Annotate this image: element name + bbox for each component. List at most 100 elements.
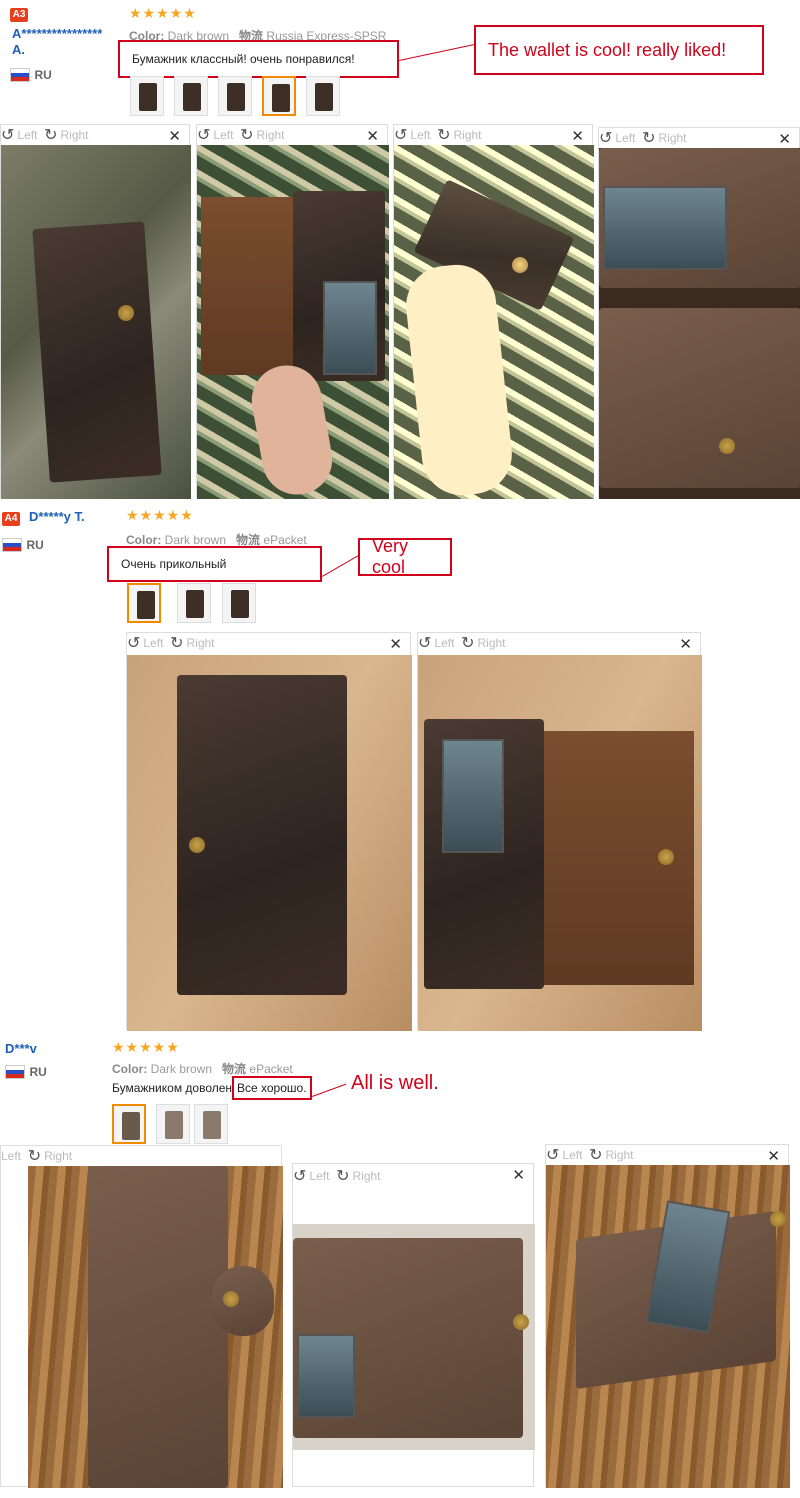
review-photo[interactable] [418, 655, 702, 1031]
rating-stars: ★★★★★ [126, 507, 194, 523]
rotate-left-label[interactable]: Left [410, 128, 430, 142]
color-label: Color: [126, 533, 162, 547]
reviewer-name[interactable]: D***v [5, 1041, 37, 1056]
close-icon[interactable]: ✕ [679, 635, 692, 653]
close-icon[interactable]: ✕ [571, 127, 584, 145]
viewer-controls: ↺ Left ↻ Right ✕ [418, 633, 700, 653]
snap-button-image [189, 837, 205, 853]
rotate-left-icon[interactable]: ↺ [418, 633, 431, 653]
country-code: RU [26, 538, 44, 552]
close-icon[interactable]: ✕ [168, 127, 181, 145]
thumbnail-selected[interactable] [262, 76, 296, 116]
viewer-controls: ↺ Left ↻ Right ✕ [1, 125, 189, 145]
rotate-right-icon[interactable]: ↻ [437, 125, 450, 145]
rotate-right-label[interactable]: Right [61, 128, 89, 142]
snap-button-image [513, 1314, 529, 1330]
close-icon[interactable]: ✕ [366, 127, 379, 145]
thumbnail[interactable] [222, 583, 256, 623]
rotate-left-label[interactable]: Left [434, 636, 454, 650]
image-viewer-panel: ↺ Left ↻ Right ✕ [393, 124, 594, 499]
rotate-right-icon[interactable]: ↻ [336, 1166, 349, 1186]
rotate-left-icon[interactable]: ↺ [599, 128, 612, 148]
rotate-right-label[interactable]: Right [454, 128, 482, 142]
rotate-left-icon[interactable]: ↺ [394, 125, 407, 145]
snap-button-image [512, 257, 528, 273]
color-label: Color: [112, 1062, 148, 1076]
image-viewer-panel: ↺ Left ↻ Right ✕ [0, 124, 191, 499]
rotate-left-label[interactable]: Left [143, 636, 163, 650]
thumbnail[interactable] [156, 1104, 190, 1144]
country-code: RU [34, 68, 52, 82]
close-icon[interactable]: ✕ [389, 635, 402, 653]
rotate-right-icon[interactable]: ↻ [44, 125, 57, 145]
shipping-label: 物流 [236, 533, 261, 547]
rotate-right-icon[interactable]: ↻ [642, 128, 655, 148]
rotate-left-icon[interactable]: ↺ [127, 633, 140, 653]
close-icon[interactable]: ✕ [512, 1166, 525, 1184]
review-photo[interactable] [394, 145, 594, 499]
image-viewer-panel: ↺ Left ↻ Right ✕ [598, 127, 800, 499]
rotate-right-label[interactable]: Right [606, 1148, 634, 1162]
rotate-left-label[interactable]: Left [562, 1148, 582, 1162]
rotate-right-icon[interactable]: ↻ [461, 633, 474, 653]
viewer-controls: ↺ Left ↻ Right ✕ [293, 1166, 533, 1186]
review-photo[interactable] [1, 145, 191, 499]
comment-highlight: Очень прикольный [107, 546, 322, 582]
translation-box: Very cool [358, 536, 452, 577]
order-info: Color: Dark brown 物流 ePacket [112, 1060, 293, 1077]
hand-image [402, 260, 516, 499]
review-photo[interactable] [599, 148, 800, 499]
rotate-left-icon[interactable]: ↺ [1, 125, 14, 145]
rotate-left-label[interactable]: Left [615, 131, 635, 145]
thumbnail[interactable] [194, 1104, 228, 1144]
country-row: RU [5, 1063, 47, 1081]
review-photo[interactable] [28, 1166, 283, 1488]
review-badge: A3 [10, 8, 28, 22]
country-row: RU [10, 66, 52, 84]
rotate-right-label[interactable]: Right [257, 128, 285, 142]
snap-button-image [658, 849, 674, 865]
translation-box: The wallet is cool! really liked! [474, 25, 764, 75]
rotate-right-label[interactable]: Right [187, 636, 215, 650]
close-icon[interactable]: ✕ [778, 130, 791, 148]
rotate-left-icon[interactable]: ↺ [546, 1145, 559, 1165]
rotate-right-icon[interactable]: ↻ [28, 1146, 41, 1166]
snap-button-image [118, 305, 134, 321]
rotate-right-label[interactable]: Right [659, 131, 687, 145]
review-photo[interactable] [546, 1165, 790, 1488]
rotate-right-icon[interactable]: ↻ [240, 125, 253, 145]
thumbnail[interactable] [177, 583, 211, 623]
rotate-left-label[interactable]: Left [17, 128, 37, 142]
country-code: RU [29, 1065, 47, 1079]
rotate-right-icon[interactable]: ↻ [589, 1145, 602, 1165]
rotate-left-icon[interactable]: ↺ [293, 1166, 306, 1186]
wallet-image [599, 308, 800, 488]
review-comment-pre: Бумажником доволен. [112, 1081, 236, 1095]
callout-connector [322, 554, 361, 577]
thumbnail-selected[interactable] [112, 1104, 146, 1144]
review-photo[interactable] [127, 655, 412, 1031]
thumbnail[interactable] [174, 76, 208, 116]
wallet-image [32, 221, 162, 483]
russia-flag-icon [2, 537, 22, 552]
close-icon[interactable]: ✕ [767, 1147, 780, 1165]
review-photo[interactable] [293, 1224, 535, 1450]
callout-connector [399, 43, 478, 61]
rotate-right-label[interactable]: Right [353, 1169, 381, 1183]
rotate-right-label[interactable]: Right [44, 1149, 72, 1163]
rotate-left-label[interactable]: Left [309, 1169, 329, 1183]
reviewer-name[interactable]: A**************** [12, 26, 102, 41]
rotate-left-label[interactable]: Left [1, 1149, 21, 1163]
rotate-right-label[interactable]: Right [478, 636, 506, 650]
review-photo[interactable] [197, 145, 389, 499]
rotate-left-icon[interactable]: ↺ [197, 125, 210, 145]
thumbnail-selected[interactable] [127, 583, 161, 623]
image-viewer-panel: ↺ Left ↻ Right ✕ [196, 124, 389, 499]
rotate-left-label[interactable]: Left [213, 128, 233, 142]
thumbnail[interactable] [130, 76, 164, 116]
thumbnail[interactable] [306, 76, 340, 116]
thumbnail[interactable] [218, 76, 252, 116]
translation-text: Very cool [372, 536, 409, 577]
rotate-right-icon[interactable]: ↻ [170, 633, 183, 653]
reviewer-name[interactable]: D*****y T. [29, 509, 85, 524]
